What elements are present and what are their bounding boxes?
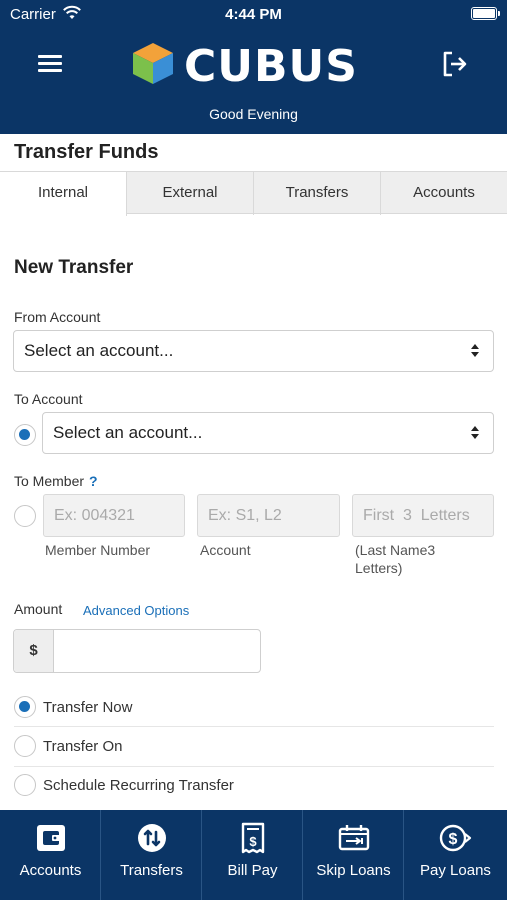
transfer-now-radio[interactable] [14,696,36,718]
to-member-radio[interactable] [14,505,36,527]
logout-icon[interactable] [440,49,470,79]
brand-name: CUBUS [184,41,358,92]
greeting-text: Good Evening [209,106,298,122]
option-recurring-transfer[interactable]: Schedule Recurring Transfer [0,766,494,805]
nav-accounts[interactable]: Accounts [0,810,101,900]
select-caret-icon [471,425,479,441]
transfer-on-radio[interactable] [14,735,36,757]
nav-bill-pay[interactable]: $ Bill Pay [202,810,303,900]
amount-label: Amount [14,601,63,617]
from-account-value: Select an account... [24,341,174,360]
cube-logo-icon [133,43,173,84]
section-title: New Transfer [14,257,134,278]
last-name-input[interactable]: First 3 Letters [352,494,494,537]
from-account-select[interactable]: Select an account... [13,330,494,372]
to-account-value: Select an account... [53,423,203,442]
to-member-label-text: To Member [14,473,85,489]
svg-text:$: $ [449,831,458,848]
nav-skip-loans-label: Skip Loans [316,862,391,879]
nav-pay-loans[interactable]: $ Pay Loans [404,810,507,900]
skip-loans-icon [338,825,370,851]
app-header: Carrier 4:44 PM CUBUS Good Evening [0,0,507,134]
tab-transfers[interactable]: Transfers [254,172,381,215]
bottom-nav: Accounts Transfers $ Bill Pay Skip Loans [0,810,507,900]
nav-bill-pay-label: Bill Pay [227,862,278,879]
bill-icon: $ [241,822,265,854]
hamburger-menu-icon[interactable] [36,52,64,74]
member-account-hint: Account [200,542,251,558]
amount-field: $ [13,629,261,673]
status-bar: Carrier 4:44 PM [0,0,507,28]
transfer-now-label: Transfer Now [43,699,133,716]
transfer-tabs: Internal External Transfers Accounts [0,171,507,216]
currency-prefix: $ [14,630,54,672]
from-account-label: From Account [14,309,101,325]
member-number-hint: Member Number [45,542,151,558]
transfer-on-label: Transfer On [43,738,123,755]
to-account-select[interactable]: Select an account... [42,412,494,454]
to-account-radio[interactable] [14,424,36,446]
battery-icon [471,7,500,20]
transfer-arrows-icon [138,824,166,852]
advanced-options-link[interactable]: Advanced Options [83,603,189,618]
option-transfer-now[interactable]: Transfer Now [0,688,494,727]
nav-pay-loans-label: Pay Loans [420,862,491,879]
pay-loans-icon: $ [439,824,472,852]
nav-transfers[interactable]: Transfers [101,810,202,900]
tab-external[interactable]: External [127,172,254,215]
select-caret-icon [471,343,479,359]
to-account-label: To Account [14,391,83,407]
nav-transfers-label: Transfers [120,862,183,879]
option-transfer-on[interactable]: Transfer On [0,727,494,766]
last-name-hint-line2: Letters) [355,560,403,576]
recurring-transfer-label: Schedule Recurring Transfer [43,777,234,794]
member-number-input[interactable]: Ex: 004321 [43,494,185,537]
page-title: Transfer Funds [14,141,159,163]
tab-accounts[interactable]: Accounts [381,172,507,215]
cubus-logo: CUBUS [130,40,380,92]
amount-input[interactable] [55,630,260,672]
last-name-hint-line1: (Last Name3 [355,542,436,558]
recurring-transfer-radio[interactable] [14,774,36,796]
member-account-input[interactable]: Ex: S1, L2 [197,494,340,537]
nav-skip-loans[interactable]: Skip Loans [303,810,404,900]
to-member-label: To Member? [14,473,98,489]
nav-accounts-label: Accounts [19,862,82,879]
wallet-icon [37,825,65,851]
svg-text:$: $ [249,834,257,849]
tab-internal[interactable]: Internal [0,172,127,216]
status-time: 4:44 PM [225,6,282,23]
help-icon[interactable]: ? [89,473,98,489]
